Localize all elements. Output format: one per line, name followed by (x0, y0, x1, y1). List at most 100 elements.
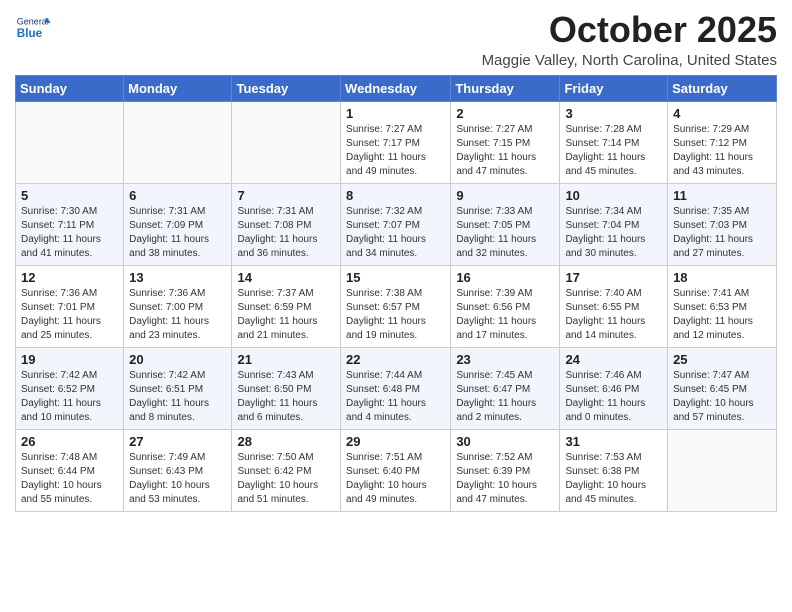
week-row-0: 1 Sunrise: 7:27 AM Sunset: 7:17 PM Daylig… (16, 101, 777, 183)
header-thursday: Thursday (451, 75, 560, 101)
day-info: Sunrise: 7:42 AM Sunset: 6:51 PM Dayligh… (129, 369, 226, 425)
calendar-cell-w0-d1 (124, 101, 232, 183)
day-number: 22 (346, 352, 445, 367)
header-wednesday: Wednesday (341, 75, 451, 101)
logo: General Blue (15, 10, 55, 46)
header: General Blue October 2025 Maggie Valley,… (15, 10, 777, 69)
header-sunday: Sunday (16, 75, 124, 101)
day-number: 26 (21, 434, 118, 449)
day-info: Sunrise: 7:41 AM Sunset: 6:53 PM Dayligh… (673, 287, 771, 343)
calendar-cell-w2-d5: 17 Sunrise: 7:40 AM Sunset: 6:55 PM Dayli… (560, 265, 668, 347)
title-location: Maggie Valley, North Carolina, United St… (482, 52, 777, 69)
day-info: Sunrise: 7:44 AM Sunset: 6:48 PM Dayligh… (346, 369, 445, 425)
day-number: 10 (565, 188, 662, 203)
day-number: 11 (673, 188, 771, 203)
page: General Blue October 2025 Maggie Valley,… (0, 0, 792, 527)
day-info: Sunrise: 7:50 AM Sunset: 6:42 PM Dayligh… (237, 451, 335, 507)
day-number: 31 (565, 434, 662, 449)
calendar-cell-w3-d1: 20Sunrise: 7:42 AM Sunset: 6:51 PM Dayli… (124, 347, 232, 429)
day-info: Sunrise: 7:27 AM Sunset: 7:15 PM Dayligh… (456, 123, 554, 179)
header-saturday: Saturday (668, 75, 777, 101)
day-number: 1 (346, 106, 445, 121)
day-number: 15 (346, 270, 445, 285)
day-number: 24 (565, 352, 662, 367)
day-info: Sunrise: 7:48 AM Sunset: 6:44 PM Dayligh… (21, 451, 118, 507)
day-info: Sunrise: 7:51 AM Sunset: 6:40 PM Dayligh… (346, 451, 445, 507)
calendar-cell-w1-d0: 5Sunrise: 7:30 AM Sunset: 7:11 PM Daylig… (16, 183, 124, 265)
calendar-cell-w0-d3: 1 Sunrise: 7:27 AM Sunset: 7:17 PM Daylig… (341, 101, 451, 183)
day-number: 3 (565, 106, 662, 121)
calendar-cell-w4-d0: 26 Sunrise: 7:48 AM Sunset: 6:44 PM Dayli… (16, 429, 124, 511)
calendar-cell-w3-d4: 23Sunrise: 7:45 AM Sunset: 6:47 PM Dayli… (451, 347, 560, 429)
day-number: 12 (21, 270, 118, 285)
calendar-cell-w2-d0: 12 Sunrise: 7:36 AM Sunset: 7:01 PM Dayli… (16, 265, 124, 347)
calendar-cell-w0-d4: 2 Sunrise: 7:27 AM Sunset: 7:15 PM Daylig… (451, 101, 560, 183)
day-info: Sunrise: 7:31 AM Sunset: 7:08 PM Dayligh… (237, 205, 335, 261)
day-info: Sunrise: 7:43 AM Sunset: 6:50 PM Dayligh… (237, 369, 335, 425)
header-friday: Friday (560, 75, 668, 101)
calendar-cell-w3-d2: 21 Sunrise: 7:43 AM Sunset: 6:50 PM Dayli… (232, 347, 341, 429)
day-info: Sunrise: 7:45 AM Sunset: 6:47 PM Dayligh… (456, 369, 554, 425)
day-number: 6 (129, 188, 226, 203)
title-block: October 2025 Maggie Valley, North Caroli… (482, 10, 777, 69)
day-number: 7 (237, 188, 335, 203)
calendar-cell-w1-d5: 10Sunrise: 7:34 AM Sunset: 7:04 PM Dayli… (560, 183, 668, 265)
calendar-cell-w1-d1: 6 Sunrise: 7:31 AM Sunset: 7:09 PM Daylig… (124, 183, 232, 265)
day-number: 4 (673, 106, 771, 121)
calendar-cell-w4-d1: 27 Sunrise: 7:49 AM Sunset: 6:43 PM Dayli… (124, 429, 232, 511)
calendar-cell-w4-d2: 28 Sunrise: 7:50 AM Sunset: 6:42 PM Dayli… (232, 429, 341, 511)
calendar-cell-w1-d6: 11Sunrise: 7:35 AM Sunset: 7:03 PM Dayli… (668, 183, 777, 265)
calendar-cell-w1-d3: 8Sunrise: 7:32 AM Sunset: 7:07 PM Daylig… (341, 183, 451, 265)
week-row-2: 12 Sunrise: 7:36 AM Sunset: 7:01 PM Dayli… (16, 265, 777, 347)
day-info: Sunrise: 7:49 AM Sunset: 6:43 PM Dayligh… (129, 451, 226, 507)
calendar-cell-w3-d5: 24 Sunrise: 7:46 AM Sunset: 6:46 PM Dayli… (560, 347, 668, 429)
day-info: Sunrise: 7:36 AM Sunset: 7:01 PM Dayligh… (21, 287, 118, 343)
calendar-cell-w0-d5: 3 Sunrise: 7:28 AM Sunset: 7:14 PM Daylig… (560, 101, 668, 183)
calendar-cell-w1-d2: 7 Sunrise: 7:31 AM Sunset: 7:08 PM Daylig… (232, 183, 341, 265)
day-info: Sunrise: 7:29 AM Sunset: 7:12 PM Dayligh… (673, 123, 771, 179)
day-info: Sunrise: 7:53 AM Sunset: 6:38 PM Dayligh… (565, 451, 662, 507)
calendar-cell-w0-d6: 4 Sunrise: 7:29 AM Sunset: 7:12 PM Daylig… (668, 101, 777, 183)
day-number: 14 (237, 270, 335, 285)
logo-icon: General Blue (15, 10, 51, 46)
calendar-cell-w1-d4: 9Sunrise: 7:33 AM Sunset: 7:05 PM Daylig… (451, 183, 560, 265)
svg-text:Blue: Blue (17, 27, 43, 40)
day-number: 18 (673, 270, 771, 285)
day-number: 21 (237, 352, 335, 367)
calendar: Sunday Monday Tuesday Wednesday Thursday… (15, 75, 777, 512)
week-row-4: 26 Sunrise: 7:48 AM Sunset: 6:44 PM Dayli… (16, 429, 777, 511)
day-info: Sunrise: 7:28 AM Sunset: 7:14 PM Dayligh… (565, 123, 662, 179)
week-row-3: 19Sunrise: 7:42 AM Sunset: 6:52 PM Dayli… (16, 347, 777, 429)
day-info: Sunrise: 7:52 AM Sunset: 6:39 PM Dayligh… (456, 451, 554, 507)
day-number: 13 (129, 270, 226, 285)
calendar-cell-w0-d0 (16, 101, 124, 183)
calendar-cell-w3-d0: 19Sunrise: 7:42 AM Sunset: 6:52 PM Dayli… (16, 347, 124, 429)
day-info: Sunrise: 7:31 AM Sunset: 7:09 PM Dayligh… (129, 205, 226, 261)
header-monday: Monday (124, 75, 232, 101)
calendar-cell-w2-d4: 16Sunrise: 7:39 AM Sunset: 6:56 PM Dayli… (451, 265, 560, 347)
day-info: Sunrise: 7:46 AM Sunset: 6:46 PM Dayligh… (565, 369, 662, 425)
calendar-cell-w4-d5: 31 Sunrise: 7:53 AM Sunset: 6:38 PM Dayli… (560, 429, 668, 511)
calendar-cell-w0-d2 (232, 101, 341, 183)
calendar-cell-w2-d1: 13Sunrise: 7:36 AM Sunset: 7:00 PM Dayli… (124, 265, 232, 347)
day-number: 9 (456, 188, 554, 203)
weekday-header-row: Sunday Monday Tuesday Wednesday Thursday… (16, 75, 777, 101)
day-number: 27 (129, 434, 226, 449)
day-info: Sunrise: 7:37 AM Sunset: 6:59 PM Dayligh… (237, 287, 335, 343)
title-month: October 2025 (482, 10, 777, 50)
day-info: Sunrise: 7:40 AM Sunset: 6:55 PM Dayligh… (565, 287, 662, 343)
day-info: Sunrise: 7:27 AM Sunset: 7:17 PM Dayligh… (346, 123, 445, 179)
calendar-cell-w3-d6: 25Sunrise: 7:47 AM Sunset: 6:45 PM Dayli… (668, 347, 777, 429)
day-number: 28 (237, 434, 335, 449)
calendar-cell-w4-d3: 29Sunrise: 7:51 AM Sunset: 6:40 PM Dayli… (341, 429, 451, 511)
day-info: Sunrise: 7:32 AM Sunset: 7:07 PM Dayligh… (346, 205, 445, 261)
day-number: 16 (456, 270, 554, 285)
day-number: 2 (456, 106, 554, 121)
calendar-cell-w2-d6: 18 Sunrise: 7:41 AM Sunset: 6:53 PM Dayli… (668, 265, 777, 347)
day-info: Sunrise: 7:30 AM Sunset: 7:11 PM Dayligh… (21, 205, 118, 261)
calendar-cell-w4-d4: 30 Sunrise: 7:52 AM Sunset: 6:39 PM Dayli… (451, 429, 560, 511)
week-row-1: 5Sunrise: 7:30 AM Sunset: 7:11 PM Daylig… (16, 183, 777, 265)
day-number: 17 (565, 270, 662, 285)
day-number: 30 (456, 434, 554, 449)
calendar-cell-w2-d3: 15Sunrise: 7:38 AM Sunset: 6:57 PM Dayli… (341, 265, 451, 347)
